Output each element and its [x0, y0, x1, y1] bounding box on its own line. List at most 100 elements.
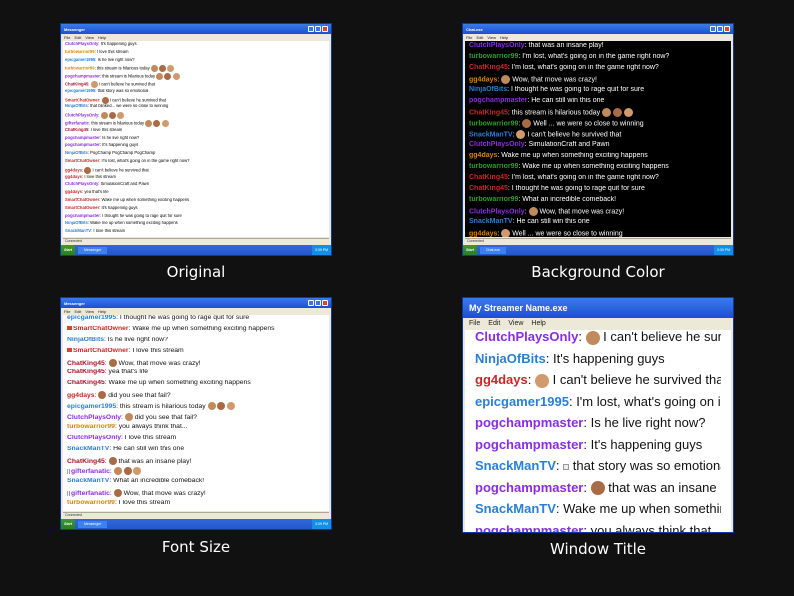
menu-help[interactable]: Help [531, 320, 545, 327]
chat-username[interactable]: NinjaOfBits [65, 221, 88, 225]
menu-help[interactable]: Help [98, 35, 106, 40]
chat-username[interactable]: epicgamer1995 [67, 403, 116, 410]
chat-username[interactable]: NinjaOfBits [65, 104, 88, 108]
chat-username[interactable]: gg4days [65, 167, 82, 172]
chat-username[interactable]: gg4days [67, 392, 95, 399]
minimize-button[interactable] [308, 300, 314, 306]
menu-view[interactable]: View [508, 320, 523, 327]
chat-username[interactable]: ClutchPlaysOnly [67, 414, 121, 421]
chat-username[interactable]: ChatKing45 [65, 128, 88, 132]
chat-username[interactable]: turbowarrior99 [469, 53, 518, 60]
chat-username[interactable]: turbowarrior99 [469, 163, 518, 170]
chat-username[interactable]: SnackManTV [475, 502, 556, 516]
chat-username[interactable]: SmartChatOwner [65, 206, 99, 210]
maximize-button[interactable] [717, 26, 723, 32]
chat-username[interactable]: ClutchPlaysOnly [67, 435, 121, 441]
chat-username[interactable]: pogchampmaster [65, 143, 100, 147]
chat-username[interactable]: gg4days [469, 230, 497, 237]
chat-username[interactable]: epicgamer1995 [65, 58, 95, 62]
chat-username[interactable]: ClutchPlaysOnly [65, 182, 98, 186]
chat-username[interactable]: ChatKing45 [67, 380, 105, 386]
chat-username[interactable]: gifterfanatic [65, 121, 89, 126]
chat-username[interactable]: SnackManTV [469, 218, 513, 225]
close-button[interactable] [322, 26, 328, 32]
chat-username[interactable]: turbowarrior99 [67, 500, 115, 506]
taskbar-app[interactable]: Messenger [77, 246, 108, 254]
chat-username[interactable]: pogchampmaster [475, 416, 583, 430]
chat-username[interactable]: turbowarrior99 [67, 424, 115, 430]
chat-username[interactable]: ChatKing45 [469, 64, 508, 71]
chat-username[interactable]: NinjaOfBits [475, 352, 546, 366]
chat-log[interactable]: ClutchPlaysOnly: that was an insane play… [465, 41, 731, 237]
chat-log[interactable]: ClutchPlaysOnly: It's happening guys turb… [63, 41, 329, 237]
chat-username[interactable]: pogchampmaster [475, 438, 583, 452]
chat-username[interactable]: SmartChatOwner [73, 348, 129, 354]
chat-username[interactable]: SmartChatOwner [65, 159, 99, 163]
chat-username[interactable]: gifterfanatic [71, 468, 110, 475]
minimize-button[interactable] [308, 26, 314, 32]
chat-username[interactable]: pogchampmaster [65, 136, 100, 140]
start-button[interactable]: Start [463, 245, 477, 255]
chat-username[interactable]: turbowarrior99 [65, 66, 95, 71]
chat-username[interactable]: SnackManTV [67, 446, 109, 452]
start-button[interactable]: Start [61, 519, 75, 529]
menu-edit[interactable]: Edit [488, 320, 500, 327]
chat-username[interactable]: ChatKing45 [67, 369, 105, 375]
chat-username[interactable]: gg4days [469, 152, 497, 159]
chat-username[interactable]: pogchampmaster [475, 481, 583, 495]
chat-username[interactable]: ChatKing45 [469, 174, 508, 181]
chat-username[interactable]: ClutchPlaysOnly [475, 330, 578, 344]
chat-username[interactable]: turbowarrior99 [469, 196, 518, 203]
chat-username[interactable]: NinjaOfBits [67, 337, 104, 343]
menu-view[interactable]: View [85, 309, 94, 314]
chat-log[interactable]: ClutchPlaysOnly: I can't believe he surv… [465, 330, 731, 533]
menu-view[interactable]: View [487, 35, 496, 40]
chat-username[interactable]: SmartChatOwner [65, 198, 99, 202]
menu-edit[interactable]: Edit [476, 35, 483, 40]
chat-username[interactable]: SnackManTV [67, 478, 109, 484]
chat-username[interactable]: epicgamer1995 [475, 395, 569, 409]
menu-file[interactable]: File [64, 35, 70, 40]
chat-username[interactable]: pogchampmaster [469, 97, 527, 104]
chat-username[interactable]: ClutchPlaysOnly [469, 42, 525, 49]
chat-username[interactable]: epicgamer1995 [65, 89, 95, 93]
chat-username[interactable]: gg4days [65, 175, 82, 179]
chat-username[interactable]: SnackManTV [469, 131, 513, 138]
chat-username[interactable]: ChatKing45 [67, 457, 105, 464]
chat-username[interactable]: ChatKing45 [469, 185, 508, 192]
chat-username[interactable]: gg4days [475, 373, 528, 387]
minimize-button[interactable] [710, 26, 716, 32]
menu-file[interactable]: File [466, 35, 472, 40]
chat-username[interactable]: pogchampmaster [65, 74, 100, 79]
chat-username[interactable]: pogchampmaster [65, 214, 100, 218]
taskbar-app[interactable]: Messenger [77, 520, 108, 528]
chat-username[interactable]: turbowarrior99 [469, 120, 518, 127]
maximize-button[interactable] [315, 300, 321, 306]
menu-help[interactable]: Help [500, 35, 508, 40]
menu-help[interactable]: Help [98, 309, 106, 314]
chat-username[interactable]: ClutchPlaysOnly [65, 42, 98, 46]
chat-username[interactable]: SmartChatOwner [65, 97, 99, 102]
chat-username[interactable]: gg4days [65, 190, 82, 194]
menu-file[interactable]: File [469, 320, 480, 327]
close-button[interactable] [724, 26, 730, 32]
menu-edit[interactable]: Edit [74, 35, 81, 40]
menu-view[interactable]: View [85, 35, 94, 40]
chat-username[interactable]: pogchampmaster [475, 524, 583, 533]
chat-username[interactable]: ClutchPlaysOnly [469, 141, 525, 148]
chat-username[interactable]: ClutchPlaysOnly [469, 208, 525, 215]
chat-username[interactable]: gifterfanatic [71, 490, 110, 497]
taskbar-app[interactable]: Chat.exe [479, 246, 506, 254]
start-button[interactable]: Start [61, 245, 75, 255]
chat-username[interactable]: SnackManTV [475, 459, 556, 473]
close-button[interactable] [322, 300, 328, 306]
menu-edit[interactable]: Edit [74, 309, 81, 314]
chat-username[interactable]: SnackManTV [65, 229, 91, 233]
chat-username[interactable]: ChatKing45 [469, 109, 508, 116]
chat-username[interactable]: SmartChatOwner [73, 326, 129, 332]
chat-username[interactable]: NinjaOfBits [469, 86, 507, 93]
menu-file[interactable]: File [64, 309, 70, 314]
chat-username[interactable]: ClutchPlaysOnly [65, 113, 98, 118]
chat-username[interactable]: ChatKing45 [67, 359, 105, 366]
chat-username[interactable]: gg4days [469, 76, 497, 83]
